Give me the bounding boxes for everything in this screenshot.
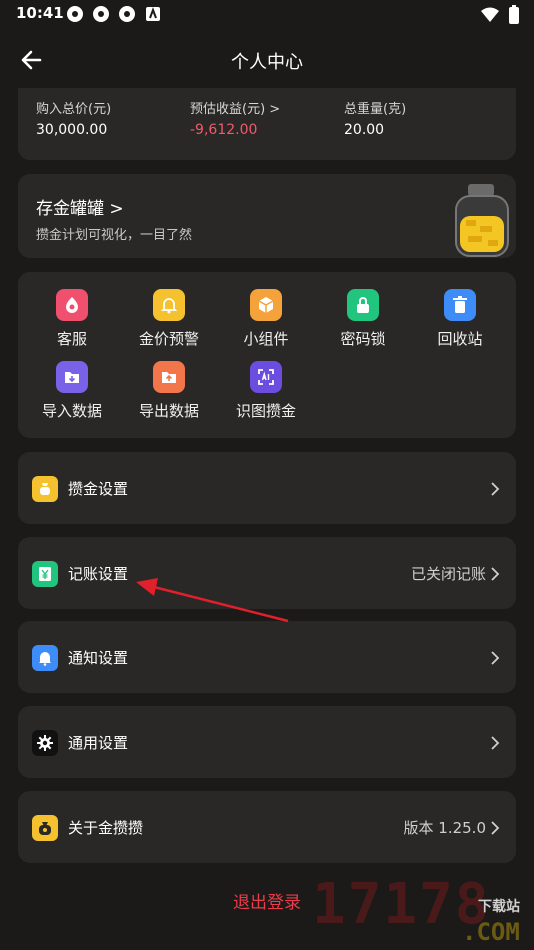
widget-cube-icon [250,289,282,321]
header: 个人中心 [0,38,534,82]
total-weight-label: 总重量(克) [344,102,407,117]
tool-label: 金价预警 [138,330,199,348]
wifi-icon [480,7,500,27]
estimated-profit-label[interactable]: 预估收益(元) > [190,98,280,117]
money-bag-icon [32,815,58,841]
gold-bag-icon [32,476,58,502]
chevron-right-icon [490,820,500,836]
tool-label: 回收站 [437,330,483,348]
setting-row-about[interactable]: 关于金攒攒 版本 1.25.0 [18,791,516,863]
bell-icon [32,645,58,671]
tool-export-data[interactable]: 导出数据 [124,361,214,421]
page-title: 个人中心 [231,52,303,73]
gear-icon [32,730,58,756]
setting-label: 通知设置 [68,649,129,667]
savings-jar-title: 存金罐罐 > [36,199,124,219]
chevron-right-icon [490,566,500,582]
tool-support[interactable]: 客服 [27,289,117,349]
import-icon [56,361,88,393]
setting-label: 关于金攒攒 [68,819,144,837]
chevron-right-icon [490,650,500,666]
setting-label: 攒金设置 [68,480,129,498]
lock-icon [347,289,379,321]
purchase-total-value: 30,000.00 [36,122,108,138]
gold-jar-icon [448,182,516,264]
setting-row-bookkeeping[interactable]: 记账设置 已关闭记账 [18,537,516,609]
system-icons [480,5,520,29]
tool-label: 密码锁 [340,330,386,348]
app-a-icon [144,5,162,23]
watermark-site: 下载站 [478,899,520,915]
savings-jar-subtitle: 攒金计划可视化，一目了然 [36,228,193,243]
watermark-com: .COM [462,918,520,946]
yuan-ledger-icon [32,561,58,587]
purchase-total-label: 购入总价(元) [36,102,112,117]
tool-label: 客服 [56,330,87,348]
tool-import-data[interactable]: 导入数据 [27,361,117,421]
trash-icon [444,289,476,321]
setting-row-notification[interactable]: 通知设置 [18,621,516,693]
tool-label: 导出数据 [138,402,199,420]
status-time: 10:41 [16,4,64,22]
bell-alert-icon [153,289,185,321]
setting-row-gold-saving[interactable]: 攒金设置 [18,452,516,524]
savings-jar-card[interactable]: 存金罐罐 > 攒金计划可视化，一目了然 [18,174,516,258]
tool-password-lock[interactable]: 密码锁 [318,289,408,349]
tool-label: 导入数据 [41,402,102,420]
setting-label: 通用设置 [68,734,129,752]
pinwheel-icon [118,5,136,23]
pinwheel-icon [92,5,110,23]
notification-icons [66,5,162,23]
pinwheel-icon [66,5,84,23]
ai-scan-icon [250,361,282,393]
chevron-right-icon [490,481,500,497]
version-value: 版本 1.25.0 [403,819,486,837]
estimated-profit-value: -9,612.00 [190,122,258,138]
export-icon [153,361,185,393]
support-icon [56,289,88,321]
tool-recycle-bin[interactable]: 回收站 [415,289,505,349]
chevron-right-icon [490,735,500,751]
status-bar: 10:41 [0,0,534,30]
setting-value: 已关闭记账 [410,565,486,583]
setting-row-general[interactable]: 通用设置 [18,706,516,778]
total-weight-value: 20.00 [344,122,385,138]
setting-label: 记账设置 [68,565,129,583]
tool-label: 识图攒金 [235,402,296,420]
tool-image-recognition[interactable]: 识图攒金 [221,361,311,421]
summary-card: 购入总价(元) 30,000.00 预估收益(元) > -9,612.00 总重… [18,88,516,160]
tools-grid-card: 客服 金价预警 小组件 密码锁 回收站 导入数据 导出数据 识图攒金 [18,272,516,438]
tool-price-alert[interactable]: 金价预警 [124,289,214,349]
tool-label: 小组件 [243,330,289,348]
battery-icon [508,5,520,29]
tool-widget[interactable]: 小组件 [221,289,311,349]
